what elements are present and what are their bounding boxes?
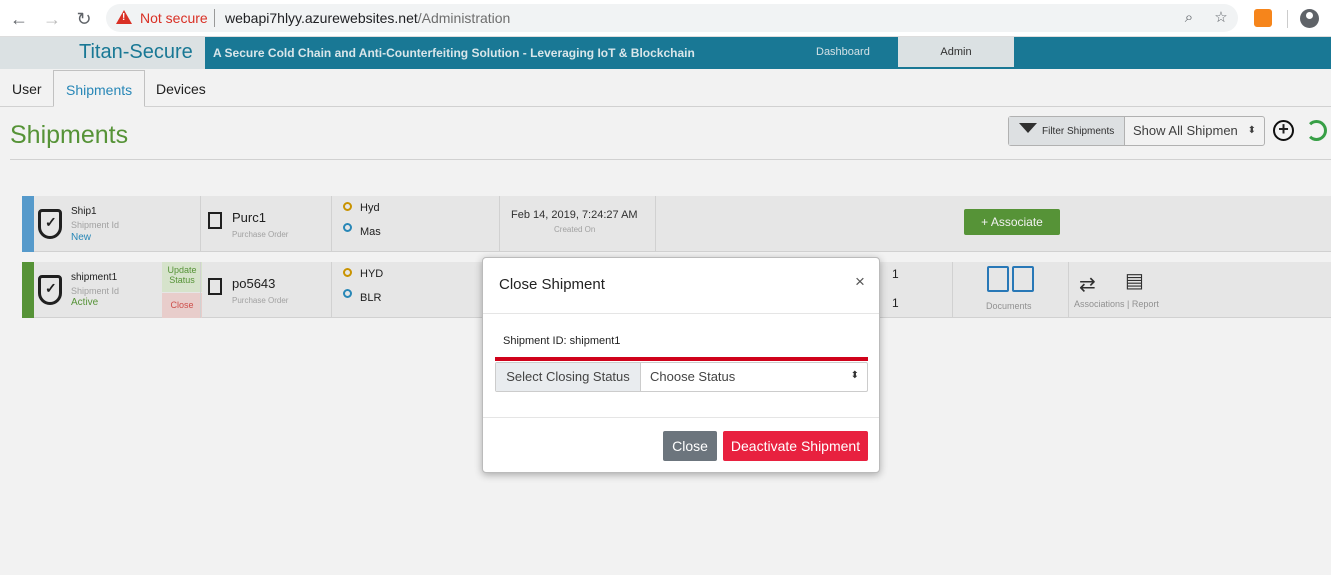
url-text[interactable]: webapi7hlyy.azurewebsites.net/Administra… bbox=[225, 10, 510, 26]
toolbar-divider bbox=[1287, 10, 1288, 28]
url-path: /Administration bbox=[417, 10, 511, 26]
closing-status-label: Select Closing Status bbox=[496, 363, 641, 391]
select-caret-icon: ⬍ bbox=[850, 370, 859, 381]
zoom-icon[interactable]: ⌕ bbox=[1180, 9, 1198, 27]
forward-icon[interactable]: → bbox=[41, 8, 63, 30]
warning-icon bbox=[116, 10, 132, 24]
close-button[interactable]: Close bbox=[663, 431, 717, 461]
address-bar[interactable]: Not secure webapi7hlyy.azurewebsites.net… bbox=[106, 4, 1238, 32]
shipment-id-text: Shipment ID: shipment1 bbox=[503, 335, 621, 347]
dialog-divider bbox=[483, 417, 879, 418]
deactivate-shipment-button[interactable]: Deactivate Shipment bbox=[723, 431, 868, 461]
red-divider bbox=[495, 357, 868, 361]
not-secure-label: Not secure bbox=[140, 10, 208, 26]
closing-status-group: Select Closing Status Choose Status ⬍ bbox=[495, 362, 868, 392]
metamask-extension-icon[interactable] bbox=[1254, 9, 1272, 27]
star-icon[interactable]: ☆ bbox=[1212, 9, 1230, 27]
closing-status-select[interactable]: Choose Status bbox=[650, 369, 735, 384]
close-shipment-dialog: Close Shipment × Shipment ID: shipment1 … bbox=[482, 257, 880, 473]
browser-toolbar: ← → ↻ Not secure webapi7hlyy.azurewebsit… bbox=[0, 0, 1331, 37]
dialog-title: Close Shipment bbox=[499, 276, 605, 293]
back-icon[interactable]: ← bbox=[8, 8, 30, 30]
reload-icon[interactable]: ↻ bbox=[73, 8, 95, 30]
close-icon[interactable]: × bbox=[855, 272, 865, 292]
url-separator bbox=[214, 9, 215, 27]
profile-icon[interactable] bbox=[1300, 9, 1319, 28]
dialog-divider bbox=[483, 313, 879, 314]
url-host: webapi7hlyy.azurewebsites.net bbox=[225, 10, 418, 26]
